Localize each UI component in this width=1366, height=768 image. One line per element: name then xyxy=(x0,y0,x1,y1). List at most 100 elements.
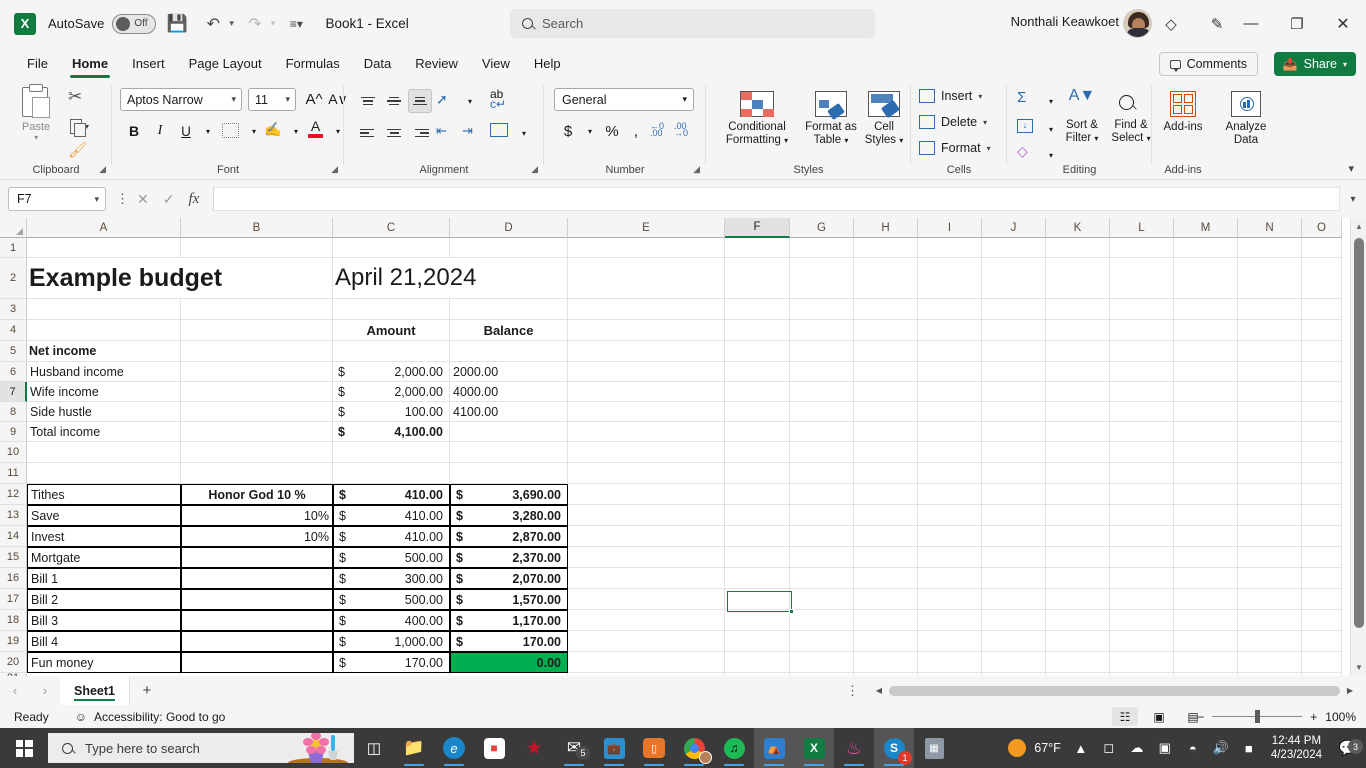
cell-J17[interactable] xyxy=(982,589,1046,610)
cell-O10[interactable] xyxy=(1302,442,1342,463)
cell-E1[interactable] xyxy=(568,238,725,258)
redo-icon[interactable]: ↷ xyxy=(240,9,270,39)
format-painter-icon[interactable]: 🖌 xyxy=(68,141,87,159)
percent-style-icon[interactable]: % xyxy=(600,119,624,143)
cell-I1[interactable] xyxy=(918,238,982,258)
cell-K3[interactable] xyxy=(1046,299,1110,320)
cell-E7[interactable] xyxy=(568,382,725,402)
cell-O3[interactable] xyxy=(1302,299,1342,320)
cell-M5[interactable] xyxy=(1174,341,1238,362)
cell-H16[interactable] xyxy=(854,568,918,589)
increase-decimal-icon[interactable]: ←0.00 xyxy=(650,122,664,138)
task-view-icon[interactable]: ◫ xyxy=(354,728,394,768)
cell-D3[interactable] xyxy=(450,299,568,320)
start-button[interactable] xyxy=(0,728,48,768)
align-bottom-button[interactable] xyxy=(408,89,432,113)
column-header-C[interactable]: C xyxy=(333,218,450,238)
undo-dropdown-icon[interactable]: ▾ xyxy=(229,18,234,29)
font-dialog-launcher[interactable]: ◢ xyxy=(331,164,338,175)
cell-L12[interactable] xyxy=(1110,484,1174,505)
accounting-dropdown-icon[interactable]: ▾ xyxy=(578,119,602,143)
tab-help[interactable]: Help xyxy=(523,52,572,75)
cell-I8[interactable] xyxy=(918,402,982,422)
cell-O20[interactable] xyxy=(1302,652,1342,673)
tab-data[interactable]: Data xyxy=(353,52,402,75)
cell-K19[interactable] xyxy=(1046,631,1110,652)
cell-J11[interactable] xyxy=(982,463,1046,484)
copy-button[interactable]: ▾ xyxy=(70,119,89,137)
cell-L11[interactable] xyxy=(1110,463,1174,484)
cell-N20[interactable] xyxy=(1238,652,1302,673)
cell-H1[interactable] xyxy=(854,238,918,258)
bold-button[interactable]: B xyxy=(122,119,146,143)
taskbar-app-snip[interactable]: S1 xyxy=(874,728,914,768)
taskbar-app-printer[interactable]: ▯ xyxy=(634,728,674,768)
sheet-tab-sheet1[interactable]: Sheet1 xyxy=(60,676,130,705)
cell-E4[interactable] xyxy=(568,320,725,341)
volume-icon[interactable]: 🔊 xyxy=(1207,740,1235,756)
cell-B10[interactable] xyxy=(181,442,333,463)
cell-F16[interactable] xyxy=(725,568,790,589)
column-header-N[interactable]: N xyxy=(1238,218,1302,238)
taskbar-app-microsoft-excel[interactable]: X xyxy=(794,728,834,768)
cell-F2[interactable] xyxy=(725,258,790,299)
align-left-button[interactable] xyxy=(356,121,380,145)
cell-M12[interactable] xyxy=(1174,484,1238,505)
row-header-11[interactable]: 11 xyxy=(0,463,27,484)
orientation-icon[interactable]: ➚ xyxy=(436,91,448,108)
cell-F20[interactable] xyxy=(725,652,790,673)
cell-E3[interactable] xyxy=(568,299,725,320)
cell-O18[interactable] xyxy=(1302,610,1342,631)
taskbar-app-calculator[interactable]: ▦ xyxy=(914,728,954,768)
customize-quick-access-icon[interactable]: ≡▾ xyxy=(281,9,311,39)
cell-I11[interactable] xyxy=(918,463,982,484)
diamond-icon[interactable]: ◇ xyxy=(1148,0,1194,47)
share-dropdown-icon[interactable]: ▾ xyxy=(1343,60,1347,69)
cell-N19[interactable] xyxy=(1238,631,1302,652)
column-header-K[interactable]: K xyxy=(1046,218,1110,238)
add-sheet-button[interactable]: + xyxy=(130,682,164,699)
number-dialog-launcher[interactable]: ◢ xyxy=(693,164,700,175)
cell-J13[interactable] xyxy=(982,505,1046,526)
search-input[interactable]: Search xyxy=(510,9,875,38)
cell-G15[interactable] xyxy=(790,547,854,568)
share-button[interactable]: 📤 Share ▾ xyxy=(1273,52,1356,76)
cell-area[interactable]: Example budget April 21,2024 Amount Balance… xyxy=(27,238,1342,676)
cell-N2[interactable] xyxy=(1238,258,1302,299)
cell-D9[interactable] xyxy=(450,422,568,442)
autosum-icon[interactable]: Σ xyxy=(1017,89,1026,106)
cell-E14[interactable] xyxy=(568,526,725,547)
fill-color-dropdown-icon[interactable]: ▾ xyxy=(284,119,308,143)
cell-H19[interactable] xyxy=(854,631,918,652)
cell-H2[interactable] xyxy=(854,258,918,299)
cell-G19[interactable] xyxy=(790,631,854,652)
taskbar-app-file-explorer[interactable]: 📁 xyxy=(394,728,434,768)
cell-F13[interactable] xyxy=(725,505,790,526)
restore-button[interactable]: ❐ xyxy=(1274,0,1320,47)
accounting-format-icon[interactable]: $ xyxy=(556,119,580,143)
hscroll-left-icon[interactable]: ◀ xyxy=(871,686,887,695)
cell-I10[interactable] xyxy=(918,442,982,463)
cell-A10[interactable] xyxy=(27,442,181,463)
cell-D19[interactable]: $170.00 xyxy=(450,631,568,652)
cell-O9[interactable] xyxy=(1302,422,1342,442)
cell-F9[interactable] xyxy=(725,422,790,442)
cell-E15[interactable] xyxy=(568,547,725,568)
cell-F8[interactable] xyxy=(725,402,790,422)
cell-C4[interactable]: Amount xyxy=(333,320,450,341)
align-right-button[interactable] xyxy=(408,121,432,145)
taskbar-search-input[interactable]: Type here to search xyxy=(48,733,354,763)
cell-J1[interactable] xyxy=(982,238,1046,258)
cancel-icon[interactable]: ✕ xyxy=(137,191,149,208)
cell-O17[interactable] xyxy=(1302,589,1342,610)
cell-K4[interactable] xyxy=(1046,320,1110,341)
hscroll-right-icon[interactable]: ▶ xyxy=(1342,686,1358,695)
row-header-7[interactable]: 7 xyxy=(0,382,27,402)
cell-H3[interactable] xyxy=(854,299,918,320)
format-as-table-button[interactable]: Format as Table ▾ xyxy=(800,91,862,147)
cell-L20[interactable] xyxy=(1110,652,1174,673)
cell-F11[interactable] xyxy=(725,463,790,484)
cell-H10[interactable] xyxy=(854,442,918,463)
cell-J19[interactable] xyxy=(982,631,1046,652)
cell-M7[interactable] xyxy=(1174,382,1238,402)
